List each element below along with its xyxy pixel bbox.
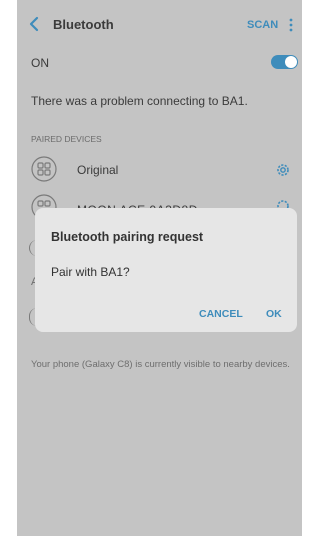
cancel-button[interactable]: CANCEL [199, 308, 243, 320]
more-options-icon[interactable] [288, 17, 294, 33]
device-name-original[interactable]: Original [77, 163, 118, 177]
toggle-label: ON [31, 56, 49, 70]
back-icon[interactable] [27, 15, 41, 33]
connection-error-message: There was a problem connecting to BA1. [31, 94, 248, 108]
bluetooth-toggle[interactable] [271, 55, 298, 69]
device-icon [31, 156, 57, 182]
dialog-message: Pair with BA1? [51, 265, 130, 279]
visibility-note: Your phone (Galaxy C8) is currently visi… [31, 359, 290, 370]
screenshot-frame: Bluetooth SCAN ON There was a problem co… [0, 0, 318, 536]
paired-devices-header: PAIRED DEVICES [31, 134, 102, 144]
app-bar: Bluetooth SCAN [17, 0, 302, 50]
bluetooth-toggle-row[interactable]: ON [17, 50, 302, 74]
phone-screen: Bluetooth SCAN ON There was a problem co… [17, 0, 302, 536]
ok-button[interactable]: OK [266, 308, 282, 320]
page-title: Bluetooth [53, 17, 114, 32]
scan-button[interactable]: SCAN [247, 19, 278, 31]
pairing-request-dialog: Bluetooth pairing request Pair with BA1?… [35, 208, 297, 332]
gear-icon[interactable] [275, 162, 291, 178]
dialog-title: Bluetooth pairing request [51, 230, 204, 244]
toggle-knob [285, 56, 297, 68]
